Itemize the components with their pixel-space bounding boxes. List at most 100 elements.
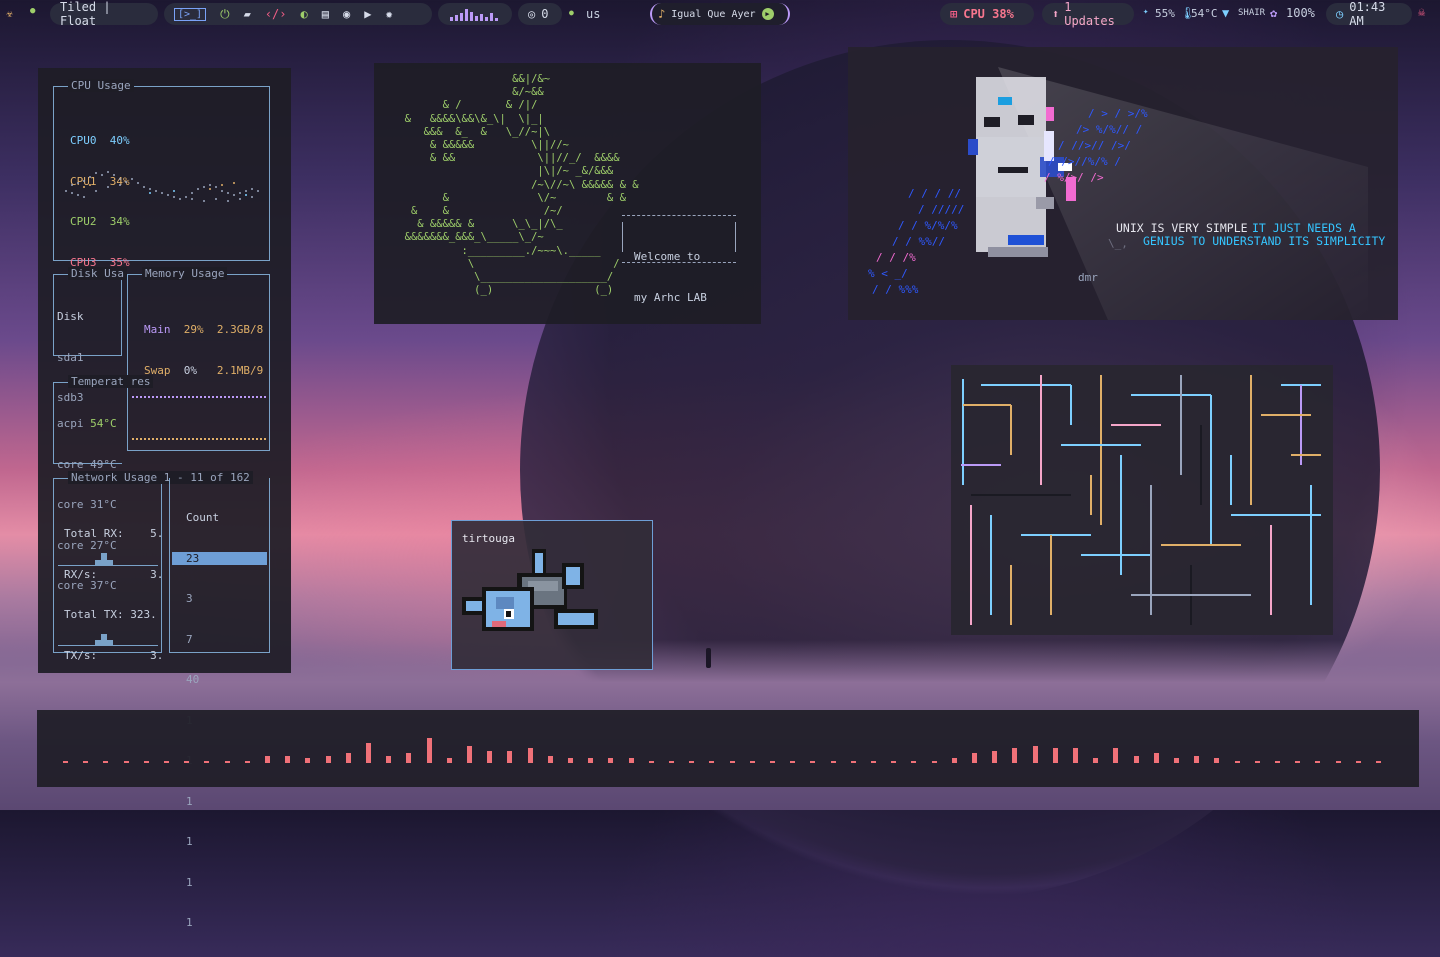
swap-memory-graph [132,438,266,440]
svg-text:/ / /%: / / /% [876,251,916,264]
updates-indicator[interactable]: ⬆ 1 Updates [1042,0,1134,28]
spectrum-bar [224,760,230,763]
github-app-icon[interactable]: ◐ [301,8,308,20]
svg-text:/ / %%%: / / %%% [872,283,919,296]
notes-icon[interactable]: ▤ [322,8,329,20]
spectrum-bar [790,760,796,763]
spectrum-bar [123,760,129,763]
network-usage-box: Network Usage 1 - 11 of 162 Total RX: 5.… [53,471,253,662]
play-icon[interactable]: ▶ [761,8,774,20]
youtube-icon[interactable]: ▶ [364,8,371,20]
code-editor-icon[interactable]: ‹/› [265,8,287,20]
spectrum-bar [911,760,917,763]
svg-text:/ / %/%/%: / / %/%/% [898,219,958,232]
spectrum-bar [103,760,109,763]
temperatures-box-title: Temperat res [68,375,154,388]
biohazard-icon[interactable]: ☣ [6,7,13,19]
temperature-value: 54°C [1191,7,1218,20]
svg-text:dmr: dmr [1078,271,1098,284]
spectrum-bar [891,760,897,763]
main-memory-graph [132,396,266,398]
svg-text:% < _/: % < _/ [868,267,908,280]
count-row[interactable]: 1 [172,916,267,930]
spectrum-bar [709,760,715,763]
pokemon-name: tirtouga [462,532,515,545]
count-row[interactable]: 1 [172,876,267,890]
settings-gear-icon[interactable]: ✹ [385,8,392,20]
pokemon-sprite [462,549,598,631]
pokemon-terminal[interactable]: tirtouga [451,520,653,670]
spectrum-bar [1275,760,1280,763]
count-row[interactable]: 7 [172,633,267,647]
spectrum-bar [406,753,412,763]
github-notifications[interactable]: ◎ 0 [518,3,562,25]
svg-text:/ %/>/ />: / %/>/ /> [1044,171,1104,184]
spectrum-bar [83,760,89,763]
spectrum-bar [951,758,957,763]
spectrum-bar [527,748,533,763]
total-rx-row: Total RX: 5. [64,527,164,540]
app-launcher-bar: [>_] ⏻ ▰ ‹/› ◐ ▤ ◉ ▶ ✹ [164,3,432,25]
cpu-indicator[interactable]: ⊞ CPU 38% [940,3,1034,25]
skull-icon[interactable]: ☠ [1418,6,1425,18]
spectrum-bar [285,755,291,763]
spectrum-bar [628,758,634,763]
unix-quote-white: UNIX IS VERY SIMPLE [1116,221,1248,235]
clock-icon: ◷ [1336,7,1344,21]
spectrum-bar [669,760,674,763]
spectrum-bar [164,760,169,763]
disk-usage-box: Disk Usa Disk sda1 sdb3 [53,267,127,404]
process-count-box[interactable]: Count 23 3 7 40 1 1 1 1 1 1 [169,478,270,929]
spectrum-bar [1376,760,1381,763]
chat-icon[interactable]: ◉ [343,8,350,20]
welcome-line: my Arhc LAB [634,290,707,304]
rx-rate-row: RX/s: 3. [64,567,164,581]
spectrum-bar [1355,760,1361,763]
pipes-screensaver-terminal[interactable] [951,365,1333,635]
disk-row: sda1 [57,350,84,364]
folder-icon[interactable]: ▰ [244,8,251,20]
svg-text:/ />//%/% /: / />//%/% / [1048,155,1121,168]
terminal-icon[interactable]: [>_] [174,7,207,21]
glitch-art-terminal[interactable]: / > / >/% /> %/%// / / //>// />/ / />//%… [848,47,1398,320]
cpu-core-row: CPU0 40% [70,134,130,147]
count-row[interactable]: 1 [172,835,267,849]
spectrum-bar [810,760,816,763]
rx-baseline [58,565,158,566]
spectrum-bar [143,760,149,763]
clock-time: 01:43 AM [1349,0,1386,28]
github-count: 0 [541,7,549,21]
count-row[interactable]: 1 [172,795,267,809]
workspace-dot-icon[interactable]: ● [30,7,35,16]
spectrum-bar [63,760,68,763]
count-row-selected[interactable]: 23 [172,551,267,565]
layout-mode-toggle[interactable]: Tiled | Float [50,0,158,28]
count-row[interactable]: 3 [172,592,267,606]
spectrum-bar [1153,753,1159,763]
system-monitor-window[interactable]: CPU Usage CPU0 40% CPU1 34% CPU2 34% CPU… [38,68,291,929]
spectrum-bar [1194,755,1200,763]
glitch-ascii-portrait: / > / >/% /> %/%// / / //>// />/ / />//%… [868,67,1385,320]
wifi-network-name[interactable]: SHAIR [1238,8,1265,18]
count-row[interactable]: 40 [172,673,267,687]
spectrum-bar [547,755,553,763]
spectrum-bar [648,760,654,763]
layout-mode-label: Tiled | Float [60,0,111,28]
spectrum-bar [1073,748,1078,763]
battery-value: 100% [1286,6,1315,20]
spectrum-bar [366,743,371,763]
memory-row: Main 29% 2.3GB/8 [144,323,264,336]
ascii-art-terminal[interactable]: &&|/&~ &/~&& & / & /|/ & &&&&\&&\&_\| \|… [374,63,761,324]
track-title: Igual Que Ayer [671,8,756,20]
spectrum-bar [325,755,331,763]
keyboard-layout[interactable]: us [586,7,600,21]
mini-visualizer-icon [450,9,498,21]
clock-widget[interactable]: ◷ 01:43 AM [1326,0,1412,28]
spectrum-bars [37,710,1419,787]
memory-row: Swap 0% 2.1MB/9 [144,363,264,377]
spectrum-bar [1315,760,1321,763]
brightness-value[interactable]: 55% [1155,7,1175,20]
power-icon[interactable]: ⏻ [220,8,230,20]
temperatures-box: Temperat res acpi 54°C core 49°C core 31… [53,375,154,592]
pipes-animation [961,375,1321,625]
